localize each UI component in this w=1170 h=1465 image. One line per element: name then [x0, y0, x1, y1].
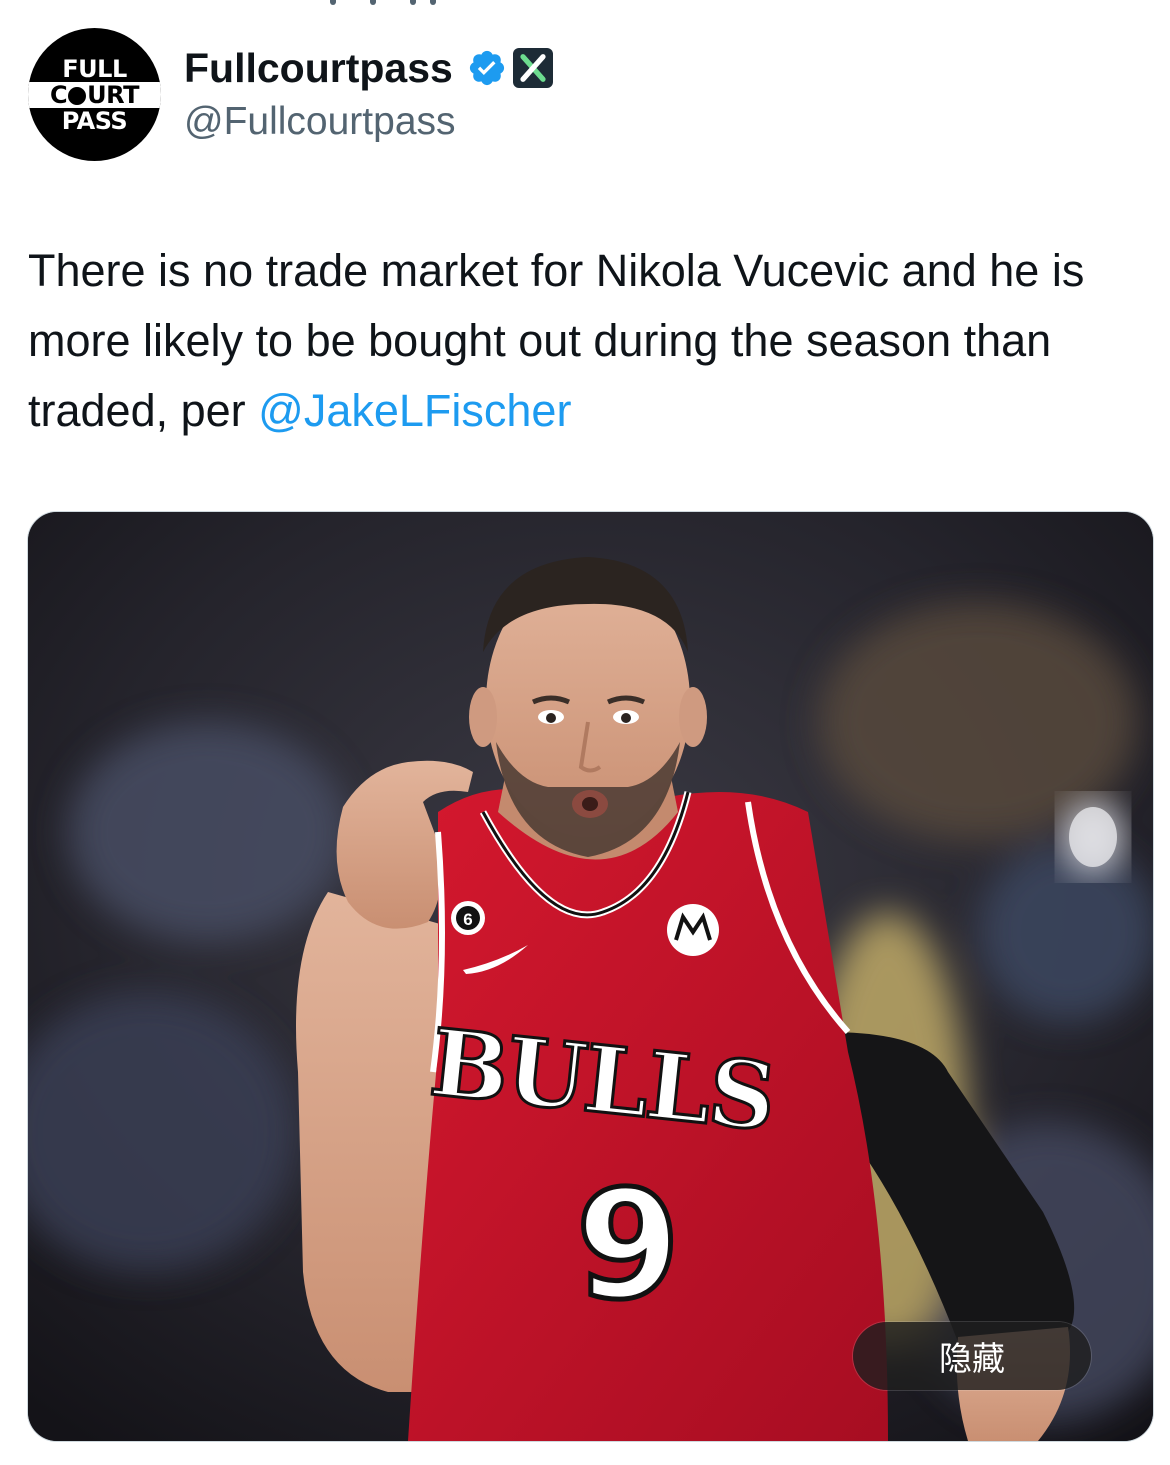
player-photo: 6 BULLS 9: [28, 512, 1153, 1441]
author-avatar[interactable]: FULL C URT PASS: [28, 28, 161, 161]
jersey-number: 9: [576, 1159, 680, 1333]
mention-link[interactable]: @JakeLFischer: [258, 385, 571, 436]
hide-media-button[interactable]: 隐藏: [853, 1322, 1091, 1390]
jersey-patch: 6: [463, 910, 472, 929]
author-display-name[interactable]: Fullcourtpass: [184, 42, 453, 94]
author-name-row: Fullcourtpass: [184, 42, 553, 94]
tweet-text: There is no trade market for Nikola Vuce…: [28, 236, 1138, 446]
avatar-line-2: C URT: [28, 81, 161, 108]
author-handle[interactable]: @Fullcourtpass: [184, 98, 456, 146]
x-badge-icon: [512, 48, 553, 88]
verified-icon[interactable]: [467, 48, 507, 88]
avatar-line-3: PASS: [61, 106, 128, 135]
tweet-photo[interactable]: 6 BULLS 9 隐藏: [27, 511, 1154, 1442]
previous-content-edge: [330, 0, 450, 6]
tweet-screen: FULL C URT PASS Fullcourtpass @Fullcourtp…: [0, 0, 1170, 1465]
avatar-line-1: FULL: [62, 54, 127, 83]
